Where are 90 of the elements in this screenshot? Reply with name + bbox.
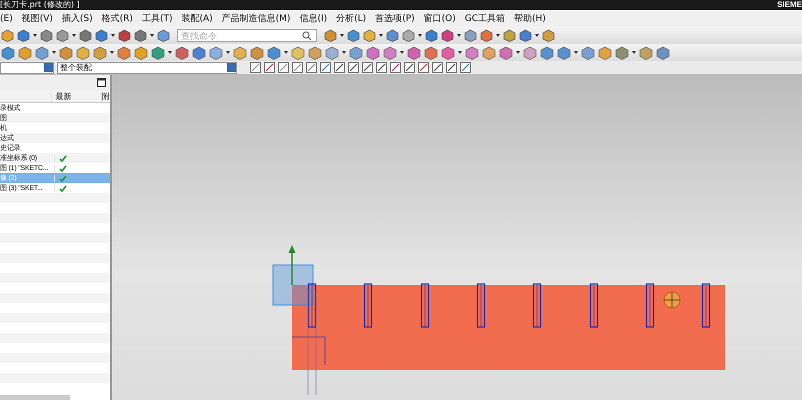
slot-outline (476, 283, 486, 328)
cube-icon[interactable] (134, 29, 147, 42)
slot-outline (532, 283, 542, 328)
caret-icon[interactable] (496, 34, 500, 37)
cube-icon[interactable] (386, 29, 399, 42)
snap-icon[interactable] (362, 62, 373, 73)
snap-icon[interactable] (264, 62, 275, 73)
cube-icon[interactable] (480, 29, 493, 42)
slot-outline (646, 283, 654, 328)
caret-icon[interactable] (72, 34, 76, 37)
menu-item[interactable]: (E) (0, 14, 13, 24)
menu-item[interactable]: GC工具箱 (464, 12, 506, 25)
type-filter-dropdown[interactable] (0, 62, 54, 74)
snap-icon[interactable] (348, 62, 359, 73)
caret-icon[interactable] (52, 51, 56, 54)
cube-icon[interactable] (519, 29, 532, 42)
cube-icon[interactable] (157, 29, 170, 42)
snap-icon[interactable] (334, 62, 345, 73)
caret-icon[interactable] (457, 34, 461, 37)
cube-icon[interactable] (95, 29, 108, 42)
cube-icon[interactable] (503, 29, 516, 42)
caret-icon[interactable] (110, 51, 114, 54)
caret-icon[interactable] (574, 51, 578, 54)
caret-icon[interactable] (33, 34, 37, 37)
menu-item[interactable]: 工具(T) (142, 12, 172, 25)
menu-item[interactable]: 信息(I) (299, 12, 328, 25)
caret-icon[interactable] (632, 51, 636, 54)
snap-icon[interactable] (460, 62, 471, 73)
crosshair-marker (664, 292, 680, 308)
snap-icon[interactable] (292, 62, 303, 73)
cube-icon[interactable] (347, 29, 360, 42)
slot-outline (308, 283, 316, 328)
snap-icon[interactable] (306, 62, 317, 73)
caret-icon[interactable] (400, 51, 404, 54)
menu-item[interactable]: 窗口(O) (424, 12, 456, 25)
cube-icon[interactable] (464, 29, 477, 42)
snap-icon[interactable] (432, 62, 443, 73)
menu-item[interactable]: 插入(S) (62, 12, 93, 25)
caret-icon[interactable] (284, 51, 288, 54)
caret-icon[interactable] (111, 34, 115, 37)
menu-item[interactable]: 格式(R) (102, 12, 133, 25)
caret-icon[interactable] (379, 34, 383, 37)
slot-outline (590, 283, 598, 328)
horizontal-scrollbar[interactable] (0, 395, 70, 400)
cube-icon[interactable] (79, 29, 92, 42)
snap-icon[interactable] (446, 62, 457, 73)
cube-icon[interactable] (17, 29, 30, 42)
menu-item[interactable]: 帮助(H) (514, 12, 546, 25)
y-axis-arrow (288, 245, 296, 285)
snap-icon[interactable] (404, 62, 415, 73)
cube-icon[interactable] (425, 29, 438, 42)
scope-dropdown[interactable]: 整个装配 (57, 62, 237, 74)
caret-icon[interactable] (535, 34, 539, 37)
cube-icon[interactable] (441, 29, 454, 42)
cube-icon[interactable] (118, 29, 131, 42)
menu-item[interactable]: 视图(V) (22, 12, 53, 25)
cube-icon[interactable] (402, 29, 415, 42)
caret-icon[interactable] (516, 51, 520, 54)
snap-icon[interactable] (390, 62, 401, 73)
snap-icon[interactable] (418, 62, 429, 73)
caret-icon[interactable] (342, 51, 346, 54)
column-header[interactable]: 附 (101, 90, 110, 102)
menu-item[interactable]: 装配(A) (181, 12, 213, 25)
caret-icon[interactable] (458, 51, 462, 54)
brand-logo: SIEME (777, 0, 802, 10)
maximize-icon[interactable] (97, 78, 106, 87)
column-header[interactable]: 最新 (51, 90, 101, 102)
snap-icon[interactable] (278, 62, 289, 73)
menu-item[interactable]: 产品制造信息(M) (222, 12, 290, 25)
caret-icon[interactable] (340, 34, 344, 37)
menu-item[interactable]: 分析(L) (336, 12, 366, 25)
cube-icon[interactable] (56, 29, 69, 42)
caret-icon[interactable] (418, 34, 422, 37)
cube-icon[interactable] (324, 29, 337, 42)
snap-icon[interactable] (250, 62, 261, 73)
selection-square (272, 264, 314, 306)
caret-icon[interactable] (226, 51, 230, 54)
snap-icon[interactable] (376, 62, 387, 73)
cube-icon[interactable] (363, 29, 376, 42)
snap-icon[interactable] (320, 62, 331, 73)
slot-outline (702, 283, 710, 328)
cube-icon[interactable] (40, 29, 53, 42)
cube-icon[interactable] (542, 29, 555, 42)
caret-icon[interactable] (150, 34, 154, 37)
slot-outline (420, 283, 430, 328)
window-title: [长刀卡.prt (修改的) ] (0, 0, 80, 10)
caret-icon[interactable] (168, 51, 172, 54)
slot-outline (364, 283, 372, 328)
menu-item[interactable]: 首选项(P) (375, 12, 415, 25)
cube-icon[interactable] (1, 29, 14, 42)
